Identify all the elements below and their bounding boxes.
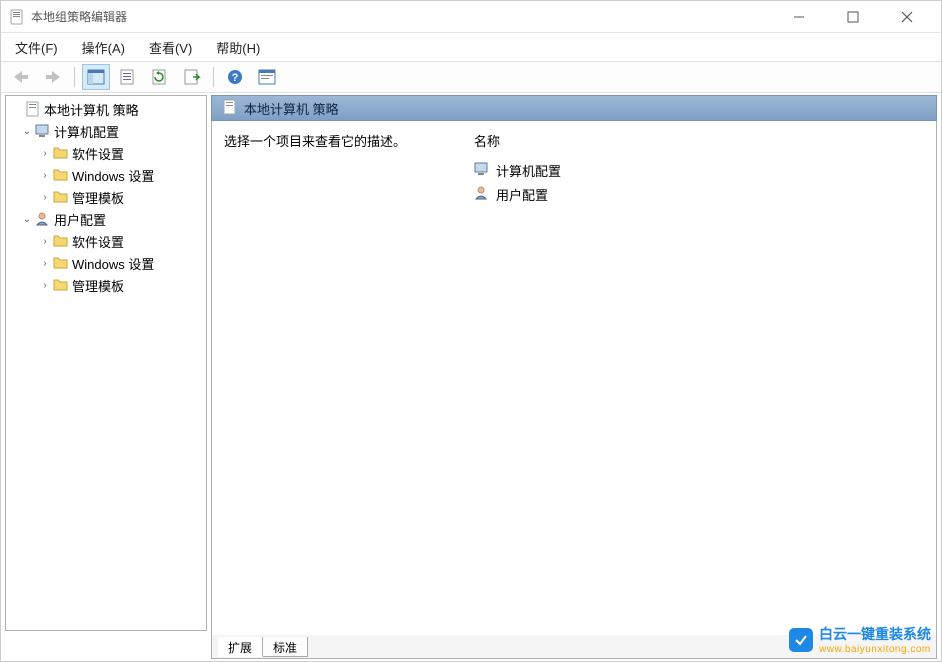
menu-action[interactable]: 操作(A) [76,34,131,61]
tree-label: 管理模板 [70,276,124,295]
tree-admin-templates[interactable]: › 管理模板 [6,186,206,208]
detail-description: 选择一个项目来查看它的描述。 [212,121,462,635]
tree-user-software-settings[interactable]: › 软件设置 [6,230,206,252]
tree: 本地计算机 策略 ⌄ 计算机配置 › 软件设置 › Windows 设置 › 管… [6,96,206,298]
help-button[interactable]: ? [221,64,249,90]
minimize-button[interactable] [781,5,817,29]
menu-help[interactable]: 帮助(H) [210,34,266,61]
tree-software-settings[interactable]: › 软件设置 [6,142,206,164]
tree-label: 本地计算机 策略 [42,100,139,119]
column-header-name[interactable]: 名称 [474,131,924,150]
folder-icon [52,234,70,248]
tree-label: 管理模板 [70,188,124,207]
list-item-label: 计算机配置 [496,161,561,180]
tree-label: 计算机配置 [52,122,119,141]
folder-icon [52,278,70,292]
watermark: 白云一键重装系统 www.baiyunxitong.com [789,624,931,655]
tree-user-windows-settings[interactable]: › Windows 设置 [6,252,206,274]
toolbar-separator [74,67,75,87]
menubar: 文件(F) 操作(A) 查看(V) 帮助(H) [1,33,941,61]
tree-label: Windows 设置 [70,166,154,185]
tree-panel[interactable]: 本地计算机 策略 ⌄ 计算机配置 › 软件设置 › Windows 设置 › 管… [5,95,207,631]
menu-view[interactable]: 查看(V) [143,34,198,61]
hint-text: 选择一个项目来查看它的描述。 [224,134,406,149]
policy-icon [24,101,42,117]
watermark-text: 白云一键重装系统 [819,624,931,644]
tree-label: Windows 设置 [70,254,154,273]
user-icon [34,211,52,227]
folder-icon [52,168,70,182]
user-icon [474,185,490,204]
tree-label: 用户配置 [52,210,106,229]
maximize-button[interactable] [835,5,871,29]
folder-icon [52,256,70,270]
tree-user-config[interactable]: ⌄ 用户配置 [6,208,206,230]
list-item-label: 用户配置 [496,185,548,204]
chevron-down-icon[interactable]: ⌄ [20,214,34,225]
detail-body: 选择一个项目来查看它的描述。 名称 计算机配置 用户配置 [211,121,937,635]
tree-label: 软件设置 [70,232,124,251]
chevron-right-icon[interactable]: › [38,148,52,159]
tree-windows-settings[interactable]: › Windows 设置 [6,164,206,186]
policy-icon [222,99,238,118]
menu-file[interactable]: 文件(F) [9,34,64,61]
properties-button[interactable] [114,64,142,90]
chevron-right-icon[interactable]: › [38,170,52,181]
watermark-url: www.baiyunxitong.com [819,644,931,655]
folder-icon [52,190,70,204]
filter-button[interactable] [253,64,281,90]
window-title: 本地组策略编辑器 [31,8,781,25]
chevron-right-icon[interactable]: › [38,236,52,247]
forward-button[interactable] [39,64,67,90]
toolbar: ? [1,61,941,93]
close-button[interactable] [889,5,925,29]
tree-root[interactable]: 本地计算机 策略 [6,98,206,120]
computer-icon [474,161,490,180]
toolbar-separator [213,67,214,87]
list-item-user-config[interactable]: 用户配置 [474,182,924,206]
tree-user-admin-templates[interactable]: › 管理模板 [6,274,206,296]
chevron-down-icon[interactable]: ⌄ [20,126,34,137]
tree-computer-config[interactable]: ⌄ 计算机配置 [6,120,206,142]
export-button[interactable] [178,64,206,90]
app-icon [9,9,25,25]
detail-panel: 本地计算机 策略 选择一个项目来查看它的描述。 名称 计算机配置 用户配置 扩展… [211,95,937,659]
svg-text:?: ? [232,72,239,84]
refresh-button[interactable] [146,64,174,90]
detail-header: 本地计算机 策略 [211,95,937,121]
tree-label: 软件设置 [70,144,124,163]
tab-extended[interactable]: 扩展 [218,637,263,657]
chevron-right-icon[interactable]: › [38,258,52,269]
list-item-computer-config[interactable]: 计算机配置 [474,158,924,182]
tab-standard[interactable]: 标准 [263,637,308,657]
folder-icon [52,146,70,160]
titlebar: 本地组策略编辑器 [1,1,941,33]
show-tree-button[interactable] [82,64,110,90]
watermark-logo-icon [789,628,813,652]
detail-title: 本地计算机 策略 [244,99,339,118]
main-content: 本地计算机 策略 ⌄ 计算机配置 › 软件设置 › Windows 设置 › 管… [1,93,941,661]
detail-list: 名称 计算机配置 用户配置 [462,121,936,635]
chevron-right-icon[interactable]: › [38,280,52,291]
computer-icon [34,123,52,139]
window-controls [781,5,933,29]
chevron-right-icon[interactable]: › [38,192,52,203]
back-button[interactable] [7,64,35,90]
